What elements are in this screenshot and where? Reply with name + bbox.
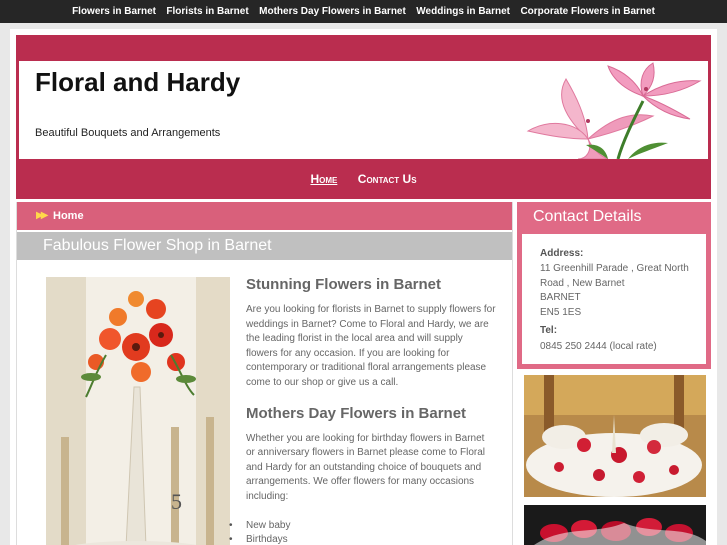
lily-flower-image — [526, 62, 702, 159]
breadcrumb-home-link[interactable]: Home — [53, 210, 84, 222]
address-postcode: EN5 1ES — [540, 307, 582, 318]
topnav-link-corporate-flowers[interactable]: Corporate Flowers in Barnet — [520, 0, 654, 23]
table-number: 5 — [171, 489, 182, 514]
flower-arrangement-illustration: 5 — [46, 277, 230, 545]
list-item: Birthdays — [229, 533, 496, 545]
flower-arrangement-photo: 5 — [46, 277, 230, 545]
section-heading-mothers-day: Mothers Day Flowers in Barnet — [246, 404, 467, 422]
contact-title: Contact Details — [533, 208, 642, 225]
section-heading-stunning-flowers: Stunning Flowers in Barnet — [246, 276, 442, 293]
tel-label: Tel: — [540, 325, 558, 336]
rose-bouquet-photo — [524, 505, 706, 545]
tel-value: 0845 250 2444 (local rate) — [540, 341, 657, 352]
nav-contact-us-link[interactable]: Contact Us — [358, 172, 417, 186]
section-paragraph-1: Are you looking for florists in Barnet t… — [246, 304, 496, 388]
address-city: BARNET — [540, 292, 581, 303]
main-navigation: Home Contact Us — [16, 159, 711, 199]
site-tagline: Beautiful Bouquets and Arrangements — [35, 127, 221, 139]
topnav-link-weddings-in-barnet[interactable]: Weddings in Barnet — [416, 0, 510, 23]
wedding-table-illustration — [524, 375, 706, 497]
page-title-bar: Fabulous Flower Shop in Barnet — [17, 232, 512, 260]
list-item: New baby — [229, 519, 496, 534]
occasions-list: New baby Birthdays — [229, 519, 496, 545]
topnav-link-florists-in-barnet[interactable]: Florists in Barnet — [166, 0, 248, 23]
topnav-link-mothers-day-flowers[interactable]: Mothers Day Flowers in Barnet — [259, 0, 406, 23]
contact-details-box: Contact Details Address: 11 Greenhill Pa… — [517, 202, 711, 369]
breadcrumb-arrows-icon: ▶▶ — [36, 210, 49, 221]
header-top-bar — [16, 35, 711, 61]
wedding-table-photo — [524, 375, 706, 497]
address-label: Address: — [540, 248, 584, 259]
page-title: Fabulous Flower Shop in Barnet — [43, 237, 272, 254]
site-title: Floral and Hardy — [35, 67, 241, 97]
topnav-link-flowers-in-barnet[interactable]: Flowers in Barnet — [72, 0, 156, 23]
top-navigation: Flowers in Barnet Florists in Barnet Mot… — [0, 0, 727, 23]
page-frame: Floral and Hardy Beautiful Bouquets and … — [10, 29, 717, 545]
site-header: Floral and Hardy Beautiful Bouquets and … — [16, 61, 711, 159]
section-paragraph-2: Whether you are looking for birthday flo… — [246, 432, 485, 502]
rose-bouquet-illustration — [524, 505, 706, 545]
address-line: 11 Greenhill Parade , Great North Road ,… — [540, 263, 689, 289]
article-text: Stunning Flowers in Barnet Are you looki… — [229, 276, 496, 545]
contact-details-panel: Address: 11 Greenhill Parade , Great Nor… — [522, 234, 706, 364]
breadcrumb: ▶▶ Home — [17, 202, 512, 230]
nav-home-link[interactable]: Home — [310, 172, 337, 186]
main-content: ▶▶ Home Fabulous Flower Shop in Barnet 5… — [16, 202, 513, 545]
